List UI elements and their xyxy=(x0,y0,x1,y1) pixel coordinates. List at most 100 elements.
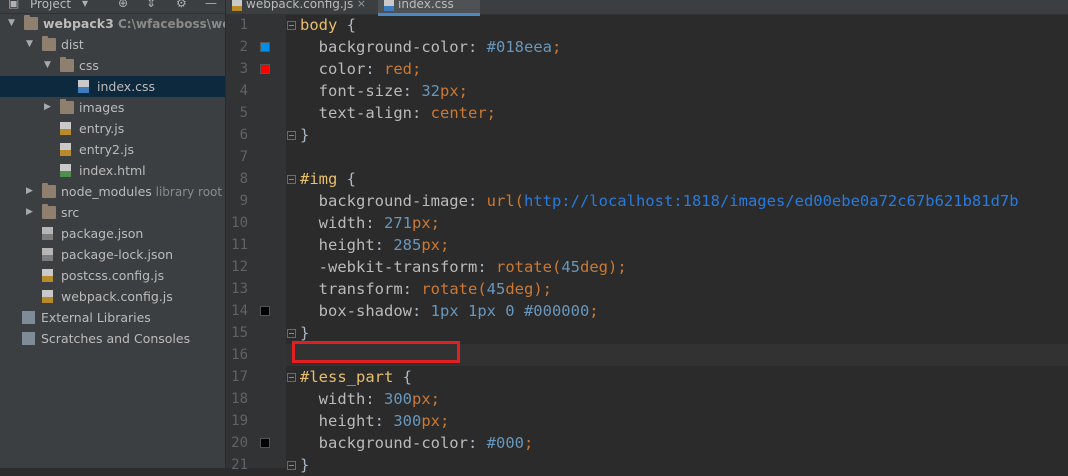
code-line: #less_part { xyxy=(300,368,412,386)
expanded-arrow-icon[interactable]: ▼ xyxy=(26,34,36,55)
code-line: height: 300px; xyxy=(300,412,450,430)
line-number: 13 xyxy=(231,281,248,297)
code-line: background-image: url(http://localhost:1… xyxy=(300,192,1019,210)
tree-item[interactable]: ▶ src xyxy=(0,202,225,223)
tree-item[interactable]: ▶ node_modules library root xyxy=(0,181,225,202)
line-number: 5 xyxy=(239,105,248,121)
tree-item[interactable]: entry2.js xyxy=(0,139,225,160)
tree-item-label: css xyxy=(79,58,99,73)
line-number: 7 xyxy=(239,149,248,165)
expanded-arrow-icon[interactable]: ▼ xyxy=(8,13,18,34)
line-number: 14 xyxy=(231,303,248,319)
code-line: body { xyxy=(300,16,356,34)
js-file-icon xyxy=(232,0,242,11)
tree-item-label: package.json xyxy=(61,226,144,241)
collapsed-arrow-icon[interactable]: ▶ xyxy=(26,181,36,202)
tree-item-label: entry2.js xyxy=(79,142,134,157)
line-number: 21 xyxy=(231,457,248,473)
scratches-icon xyxy=(22,332,35,345)
folder-icon xyxy=(42,204,56,219)
folder-icon xyxy=(42,183,56,198)
collapsed-arrow-icon[interactable]: ▶ xyxy=(44,97,54,118)
tree-item-label: postcss.config.js xyxy=(61,268,165,283)
tree-item-hint: C:\wfaceboss\webpa xyxy=(117,17,225,31)
code-line: text-align: center; xyxy=(300,104,496,122)
tree-item-label: package-lock.json xyxy=(61,247,174,262)
project-view-label[interactable]: Project xyxy=(30,0,71,11)
library-icon xyxy=(22,311,35,324)
code-line: #img { xyxy=(300,170,356,188)
editor-gutter[interactable]: 1 2 3 4 5 6 7 8 9 10 11 12 13 14 15 16 17 18 19 20 21 xyxy=(226,14,296,473)
code-line: } xyxy=(300,324,310,342)
close-icon[interactable]: × xyxy=(357,0,366,15)
tree-item[interactable]: ▼ webpack3 C:\wfaceboss\webpa xyxy=(0,13,225,34)
tree-item[interactable]: ▼ dist xyxy=(0,34,225,55)
code-line: height: 285px; xyxy=(300,236,450,254)
tree-item[interactable]: index.html xyxy=(0,160,225,181)
collapse-icon[interactable]: ⇕ xyxy=(146,0,156,10)
line-number: 10 xyxy=(231,215,248,231)
line-number: 15 xyxy=(231,325,248,341)
code-line: width: 271px; xyxy=(300,214,441,232)
tab-webpack-config[interactable]: webpack.config.js × xyxy=(226,0,372,13)
color-swatch-icon[interactable] xyxy=(260,438,270,448)
line-number: 6 xyxy=(239,127,248,143)
line-number: 18 xyxy=(231,391,248,407)
code-line: background-color: #018eea; xyxy=(300,38,562,56)
code-line: -webkit-transform: rotate(45deg); xyxy=(300,258,627,276)
tab-label: index.css xyxy=(398,0,454,11)
json-file-icon xyxy=(42,227,53,240)
code-line: box-shadow: 1px 1px 0 #000000; xyxy=(300,302,599,320)
tree-item[interactable]: ▶ images xyxy=(0,97,225,118)
tree-item-hint: library root xyxy=(151,185,223,199)
tree-item[interactable]: index.css xyxy=(0,76,225,97)
tree-item[interactable]: package-lock.json xyxy=(0,244,225,265)
tree-item-label: images xyxy=(79,100,125,115)
tree-item[interactable]: Scratches and Consoles xyxy=(0,328,225,349)
folder-icon xyxy=(24,15,38,30)
tree-item-label: index.css xyxy=(97,79,156,94)
js-file-icon xyxy=(42,290,53,303)
code-line: width: 300px; xyxy=(300,390,441,408)
js-file-icon xyxy=(60,143,71,156)
annotation-highlight-box xyxy=(292,341,460,363)
css-file-icon xyxy=(384,0,394,11)
tree-item[interactable]: External Libraries xyxy=(0,307,225,328)
color-swatch-icon[interactable] xyxy=(260,306,270,316)
line-number: 4 xyxy=(239,83,248,99)
tree-item-label: src xyxy=(61,205,80,220)
tree-item-label: webpack.config.js xyxy=(61,289,173,304)
code-line: font-size: 32px; xyxy=(300,82,469,100)
tree-item[interactable]: webpack.config.js xyxy=(0,286,225,307)
tree-item[interactable]: package.json xyxy=(0,223,225,244)
tree-item-label: webpack3 C:\wfaceboss\webpa xyxy=(43,13,225,35)
minimize-icon[interactable]: — xyxy=(205,0,217,10)
code-line: background-color: #000; xyxy=(300,434,534,452)
folder-icon xyxy=(60,57,74,72)
tree-item-label: index.html xyxy=(79,163,146,178)
tree-item-label: External Libraries xyxy=(41,310,151,325)
tree-item[interactable]: ▼ css xyxy=(0,55,225,76)
gear-icon[interactable]: ⚙ xyxy=(176,0,187,10)
js-file-icon xyxy=(42,269,53,282)
line-number: 12 xyxy=(231,259,248,275)
line-number: 16 xyxy=(231,347,248,363)
code-area[interactable]: body { background-color: #018eea; color:… xyxy=(286,14,1068,474)
code-editor: webpack.config.js × index.css 1234567891… xyxy=(226,0,1068,474)
line-number: 20 xyxy=(231,435,248,451)
add-icon[interactable]: ⊕ xyxy=(118,0,128,10)
project-toolbar: ▣ Project ▾ ⊕ ⇕ ⚙ — xyxy=(0,0,225,14)
collapsed-arrow-icon[interactable]: ▶ xyxy=(26,202,36,223)
chevron-down-icon[interactable]: ▾ xyxy=(82,0,88,10)
line-number: 11 xyxy=(231,237,248,253)
color-swatch-icon[interactable] xyxy=(260,42,270,52)
folder-icon xyxy=(60,99,74,114)
js-file-icon xyxy=(60,122,71,135)
tree-item[interactable]: postcss.config.js xyxy=(0,265,225,286)
tree-item-label: entry.js xyxy=(79,121,125,136)
tree-item[interactable]: entry.js xyxy=(0,118,225,139)
code-line: } xyxy=(300,456,310,474)
expanded-arrow-icon[interactable]: ▼ xyxy=(44,55,54,76)
project-icon: ▣ xyxy=(8,0,20,10)
color-swatch-icon[interactable] xyxy=(260,64,270,74)
